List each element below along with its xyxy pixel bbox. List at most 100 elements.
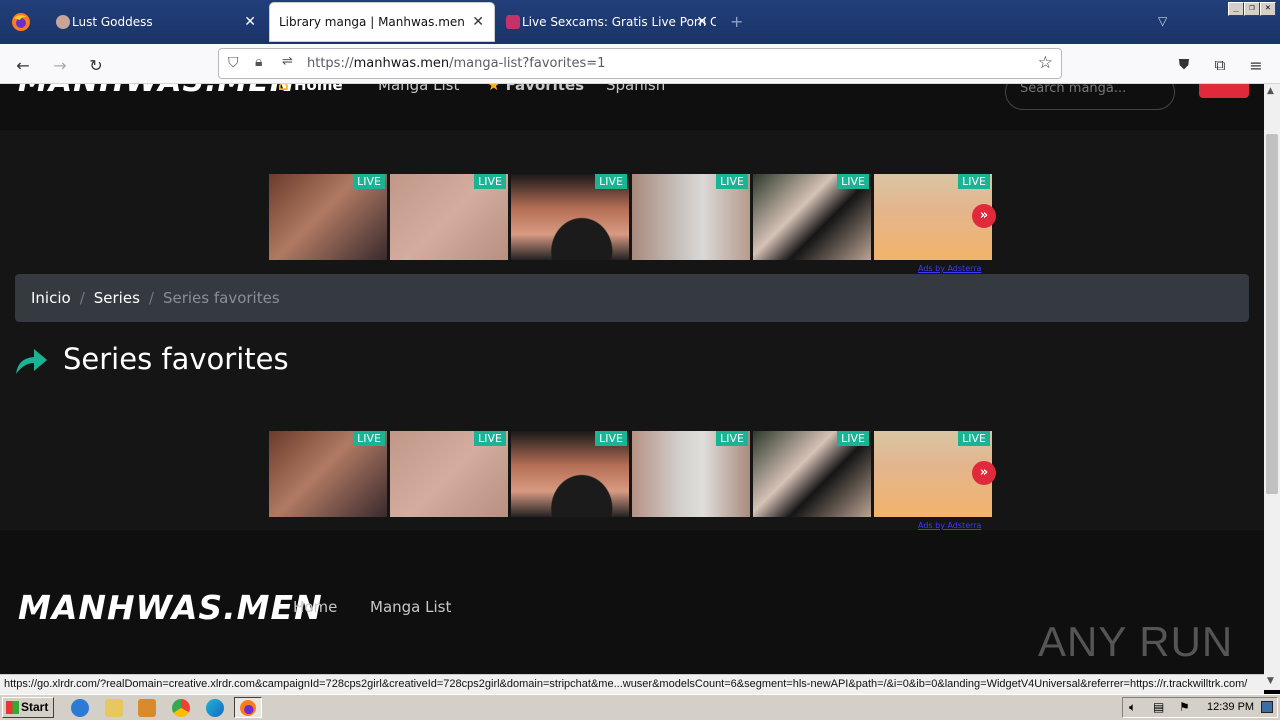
back-icon[interactable]: ← [12, 54, 34, 76]
url-path: /manga-list?favorites=1 [449, 56, 606, 71]
tab-live-sexcams[interactable]: Live Sexcams: Gratis Live Porn Cha ✕ [500, 3, 716, 41]
list-all-tabs-icon[interactable]: ▽ [1158, 14, 1167, 28]
navigation-toolbar: ← → ↻ ⛉ 🔒︎ ⇌ https://manhwas.men/manga-l… [0, 44, 1280, 84]
search-input[interactable]: Search manga... [1005, 84, 1175, 110]
cam-thumbnail[interactable]: LIVE [753, 431, 871, 517]
start-label: Start [21, 700, 49, 714]
url-domain: manhwas.men [353, 56, 450, 71]
menu-icon[interactable]: ≡ [1245, 54, 1267, 76]
flag-icon[interactable]: ⚑ [1179, 700, 1190, 714]
ie-icon[interactable] [71, 699, 89, 717]
cam-thumbnail[interactable]: LIVE [511, 431, 629, 517]
tab-close-icon[interactable]: ✕ [696, 14, 708, 30]
url-bar[interactable]: ⛉ 🔒︎ ⇌ https://manhwas.men/manga-list?fa… [218, 48, 1062, 79]
more-cams-button[interactable]: » [972, 204, 996, 228]
bookmark-star-icon[interactable]: ☆ [1038, 53, 1053, 73]
cam-thumbnail[interactable]: LIVE [269, 431, 387, 517]
home-icon: ⌂ [278, 84, 294, 94]
live-badge: LIVE [595, 174, 627, 189]
nav-manga-list[interactable]: Manga List [378, 84, 459, 94]
windows-taskbar: Start 🔈︎ ▤ ⚑ 12:39 PM [0, 694, 1280, 720]
firefox-menu-icon[interactable] [6, 8, 36, 36]
tab-library-manga[interactable]: Library manga | Manhwas.men ✕ [270, 3, 494, 41]
anyrun-watermark: ANY RUN [1038, 618, 1234, 665]
volume-icon[interactable]: 🔈︎ [1129, 700, 1136, 715]
cam-thumbnail[interactable]: LIVE [390, 174, 508, 260]
nav-favorites[interactable]: ★ Favorites [487, 84, 584, 94]
cam-thumbnail[interactable]: LIVE [269, 174, 387, 260]
live-badge: LIVE [353, 431, 385, 446]
footer-logo[interactable]: MANHWAS.MEN [18, 588, 323, 627]
live-badge: LIVE [837, 431, 869, 446]
site-footer: MANHWAS.MEN Home Manga List ANY RUN [0, 530, 1264, 674]
tab-lust-goddess[interactable]: Lust Goddess ✕ [50, 3, 266, 41]
new-tab-button[interactable]: + [730, 12, 743, 31]
permissions-icon[interactable]: ⇌ [282, 54, 293, 69]
clock: 12:39 PM [1207, 701, 1255, 713]
ads-by-link[interactable]: Ads by Adsterra [918, 264, 981, 273]
footer-nav-manga-list[interactable]: Manga List [370, 598, 451, 616]
site-logo[interactable]: MANHWAS.MEN [18, 84, 296, 99]
tab-favicon [56, 15, 70, 29]
restore-icon[interactable]: ❐ [1244, 2, 1260, 16]
cam-ad-strip-bottom[interactable]: LIVE LIVE LIVE LIVE LIVE LIVE [269, 431, 996, 519]
shield-icon[interactable]: ⛉ [228, 55, 239, 71]
tab-title: Live Sexcams: Gratis Live Porn Cha [522, 15, 716, 29]
media-player-icon[interactable] [138, 699, 156, 717]
live-badge: LIVE [474, 431, 506, 446]
url-scheme: https:// [307, 56, 354, 71]
nav-spanish[interactable]: Spanish [606, 84, 665, 94]
footer-nav-home[interactable]: Home [293, 598, 337, 616]
breadcrumb-separator: / [148, 289, 154, 307]
live-badge: LIVE [716, 431, 748, 446]
nav-home-label: Home [293, 84, 343, 94]
extensions-icon[interactable]: ⧉ [1209, 54, 1231, 76]
cam-ad-strip-top[interactable]: LIVE LIVE LIVE LIVE LIVE LIVE [269, 174, 996, 262]
tab-close-icon[interactable]: ✕ [472, 14, 484, 30]
live-badge: LIVE [474, 174, 506, 189]
tab-favicon [506, 15, 520, 29]
cam-thumbnail[interactable]: LIVE [753, 174, 871, 260]
breadcrumb-current: Series favorites [162, 289, 280, 307]
folder-icon[interactable] [105, 699, 123, 717]
show-desktop-icon[interactable] [1261, 701, 1273, 713]
system-tray: 🔈︎ ▤ ⚑ 12:39 PM [1122, 697, 1278, 718]
breadcrumb-series[interactable]: Series [94, 289, 140, 307]
login-button[interactable] [1199, 84, 1249, 98]
edge-icon[interactable] [206, 699, 224, 717]
cam-thumbnail[interactable]: LIVE [511, 174, 629, 260]
forward-icon[interactable]: → [49, 54, 71, 76]
network-icon[interactable]: ▤ [1153, 700, 1164, 714]
start-button[interactable]: Start [2, 697, 54, 718]
ads-by-link[interactable]: Ads by Adsterra [918, 521, 981, 530]
scroll-thumb[interactable] [1266, 134, 1278, 494]
nav-home[interactable]: ⌂ Home [278, 84, 343, 94]
tab-close-icon[interactable]: ✕ [244, 14, 256, 30]
pocket-icon[interactable]: ⛊ [1173, 54, 1195, 76]
live-badge: LIVE [716, 174, 748, 189]
scroll-up-icon[interactable]: ▲ [1267, 86, 1274, 96]
page-scrollbar[interactable]: ▲ ▼ [1264, 84, 1280, 690]
live-badge: LIVE [353, 174, 385, 189]
page-content: MANHWAS.MEN ⌂ Home Manga List ★ Favorite… [0, 84, 1264, 674]
url-text[interactable]: https://manhwas.men/manga-list?favorites… [307, 56, 605, 71]
share-arrow-icon [16, 349, 47, 374]
lock-icon[interactable]: 🔒︎ [255, 54, 262, 70]
cam-thumbnail[interactable]: LIVE [632, 431, 750, 517]
tab-title: Lust Goddess [72, 15, 153, 29]
reload-icon[interactable]: ↻ [85, 54, 107, 76]
minimize-icon[interactable]: _ [1228, 2, 1244, 16]
scroll-down-icon[interactable]: ▼ [1267, 676, 1274, 686]
firefox-taskbar-button[interactable] [234, 697, 262, 718]
more-cams-button[interactable]: » [972, 461, 996, 485]
page-title: Series favorites [63, 342, 289, 376]
cam-thumbnail[interactable]: LIVE [632, 174, 750, 260]
windows-logo-icon [6, 701, 19, 714]
tab-strip: Lust Goddess ✕ Library manga | Manhwas.m… [0, 0, 1280, 44]
tab-title: Library manga | Manhwas.men [279, 15, 465, 29]
breadcrumb-inicio[interactable]: Inicio [31, 289, 71, 307]
cam-thumbnail[interactable]: LIVE [390, 431, 508, 517]
star-icon: ★ [487, 84, 506, 94]
close-window-icon[interactable]: ✕ [1260, 2, 1276, 16]
chrome-icon[interactable] [172, 699, 190, 717]
